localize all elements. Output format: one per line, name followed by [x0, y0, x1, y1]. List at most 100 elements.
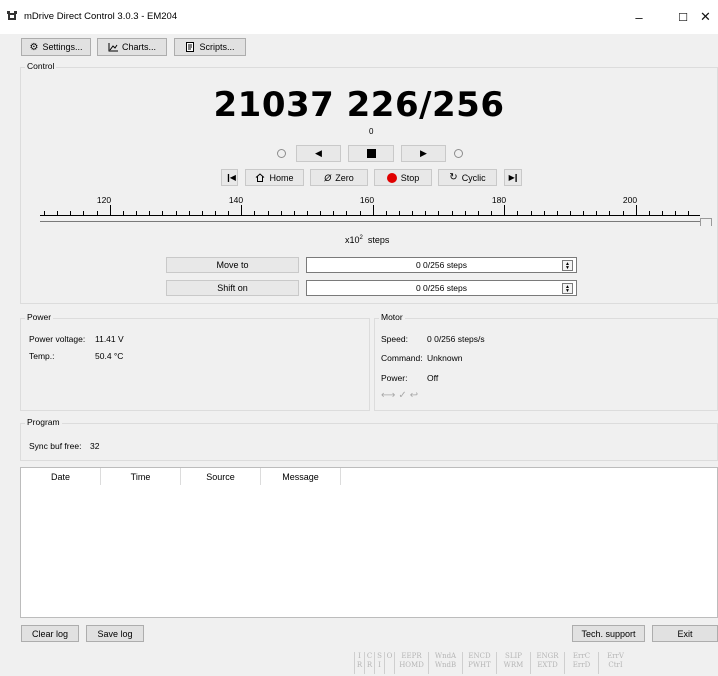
status-flag-bottom: HOMD [399, 661, 424, 669]
arrow-right-icon: ▶ [420, 148, 427, 158]
check-icon: ✓ [398, 390, 410, 401]
motor-group-title: Motor [379, 312, 405, 322]
status-flag-cell: CR [364, 652, 374, 674]
status-flag-bottom: WRM [503, 661, 524, 669]
shift-on-spinbox[interactable]: 0 0/256 steps ▲ ▼ [306, 280, 577, 296]
status-flag-top: ErrC [572, 652, 591, 660]
command-value: Unknown [427, 353, 463, 363]
column-header-date[interactable]: Date [21, 468, 101, 485]
status-flag-bottom: I [378, 661, 381, 669]
ruler-label: 140 [228, 195, 244, 205]
clear-log-button[interactable]: Clear log [21, 625, 79, 642]
status-flag-cell: SLIP WRM [496, 652, 530, 674]
status-flag-bottom: R [356, 661, 363, 669]
motor-power-label: Power: [381, 373, 408, 383]
ruler-major-tick [241, 205, 242, 215]
program-group-title: Program [25, 417, 62, 427]
square-stop-icon [366, 149, 376, 158]
settings-button[interactable]: ⚙ Settings... [21, 38, 91, 56]
stop-sign-icon [386, 172, 397, 183]
ruler-major-tick [504, 205, 505, 215]
status-flag-cell: WndA WndB [428, 652, 462, 674]
speed-label: Speed: [381, 334, 408, 344]
sub-position-value: 0 [369, 127, 374, 136]
status-flag-top: ENGR [536, 652, 559, 660]
double-arrow-icon: ⟷ [381, 390, 399, 401]
charts-button[interactable]: Charts... [97, 38, 167, 56]
maximize-button[interactable]: ☐ [662, 0, 704, 34]
zero-icon: Ø [324, 172, 332, 183]
minimize-button[interactable]: – [618, 0, 660, 34]
column-header-time[interactable]: Time [101, 468, 181, 485]
right-limit-indicator [454, 149, 463, 158]
status-flag-top: ENCD [468, 652, 491, 660]
log-table[interactable]: Date Time Source Message [20, 467, 718, 618]
window-title: mDrive Direct Control 3.0.3 - EM204 [24, 11, 178, 22]
go-left-end-button[interactable]: ❙◀ [221, 169, 238, 186]
home-icon [256, 173, 265, 182]
column-header-message[interactable]: Message [261, 468, 341, 485]
save-log-button[interactable]: Save log [86, 625, 144, 642]
move-to-spinbox[interactable]: 0 0/256 steps ▲ ▼ [306, 257, 577, 273]
status-flag-bottom: R [366, 661, 373, 669]
status-flag-top: WndA [434, 652, 457, 660]
ruler-unit-label: x102 steps [345, 235, 390, 245]
program-group [20, 423, 718, 461]
move-left-button[interactable]: ◀ [296, 145, 341, 162]
ruler-label: 180 [491, 195, 507, 205]
ruler-major-tick [373, 205, 374, 215]
cyclic-button[interactable]: ↻ Cyclic [438, 169, 497, 186]
spin-arrows-icon[interactable]: ▲ ▼ [562, 283, 573, 294]
status-flag-cell: ErrC ErrD [564, 652, 598, 674]
cycle-arrows-icon: ↻ [449, 172, 458, 183]
stop-button[interactable]: Stop [374, 169, 432, 186]
power-group-title: Power [25, 312, 54, 322]
home-button[interactable]: Home [245, 169, 304, 186]
gear-icon: ⚙ [29, 41, 39, 53]
status-flag-cell: ENGR EXTD [530, 652, 564, 674]
stop-motion-button[interactable] [348, 145, 394, 162]
control-group-title: Control [25, 61, 57, 71]
zero-button[interactable]: Ø Zero [310, 169, 368, 186]
chart-icon [108, 42, 118, 51]
go-right-end-button[interactable]: ▶❙ [504, 169, 522, 186]
motor-state-icons: ⟷✓↩ [381, 390, 421, 401]
status-flag-bottom: PWHT [468, 661, 491, 669]
temperature-value: 50.4 °C [95, 351, 124, 361]
position-display: 21037 226/256 [213, 85, 505, 125]
status-flag-top: S [377, 652, 382, 660]
move-right-button[interactable]: ▶ [401, 145, 446, 162]
status-flag-bottom: CtrI [608, 661, 623, 669]
app-icon [7, 11, 17, 20]
close-button[interactable]: ✕ [700, 0, 718, 34]
ruler-baseline [40, 215, 700, 216]
status-flag-cell: EEPR HOMD [394, 652, 428, 674]
temperature-label: Temp.: [29, 351, 55, 361]
arrow-left-icon: ◀ [315, 148, 322, 158]
status-flag-cell: ErrV CtrI [598, 652, 632, 674]
status-flag-top: I [358, 652, 361, 660]
shift-on-button[interactable]: Shift on [166, 280, 299, 296]
status-flag-cell: SI [374, 652, 384, 674]
status-flag-cell: ENCD PWHT [462, 652, 496, 674]
return-arrow-icon: ↩ [409, 390, 422, 401]
skip-start-icon: ❙◀ [225, 173, 236, 182]
motor-power-value: Off [427, 373, 439, 383]
status-flag-top: ErrV [607, 652, 624, 660]
motor-group [374, 318, 718, 411]
spin-arrows-icon[interactable]: ▲ ▼ [562, 260, 573, 271]
status-flag-top: SLIP [505, 652, 522, 660]
tech-support-button[interactable]: Tech. support [572, 625, 645, 642]
title-bar: mDrive Direct Control 3.0.3 - EM204 – ☐ … [0, 0, 718, 34]
exit-button[interactable]: Exit [652, 625, 718, 642]
status-flag-bottom: EXTD [537, 661, 558, 669]
position-slider-handle[interactable] [700, 218, 712, 226]
power-voltage-label: Power voltage: [29, 334, 86, 344]
status-flag-cell: IR [354, 652, 364, 674]
ruler-label: 200 [622, 195, 638, 205]
status-flag-top: O [386, 652, 393, 660]
column-header-source[interactable]: Source [181, 468, 261, 485]
sync-buf-label: Sync buf free: [29, 441, 82, 451]
scripts-button[interactable]: Scripts... [174, 38, 246, 56]
move-to-button[interactable]: Move to [166, 257, 299, 273]
